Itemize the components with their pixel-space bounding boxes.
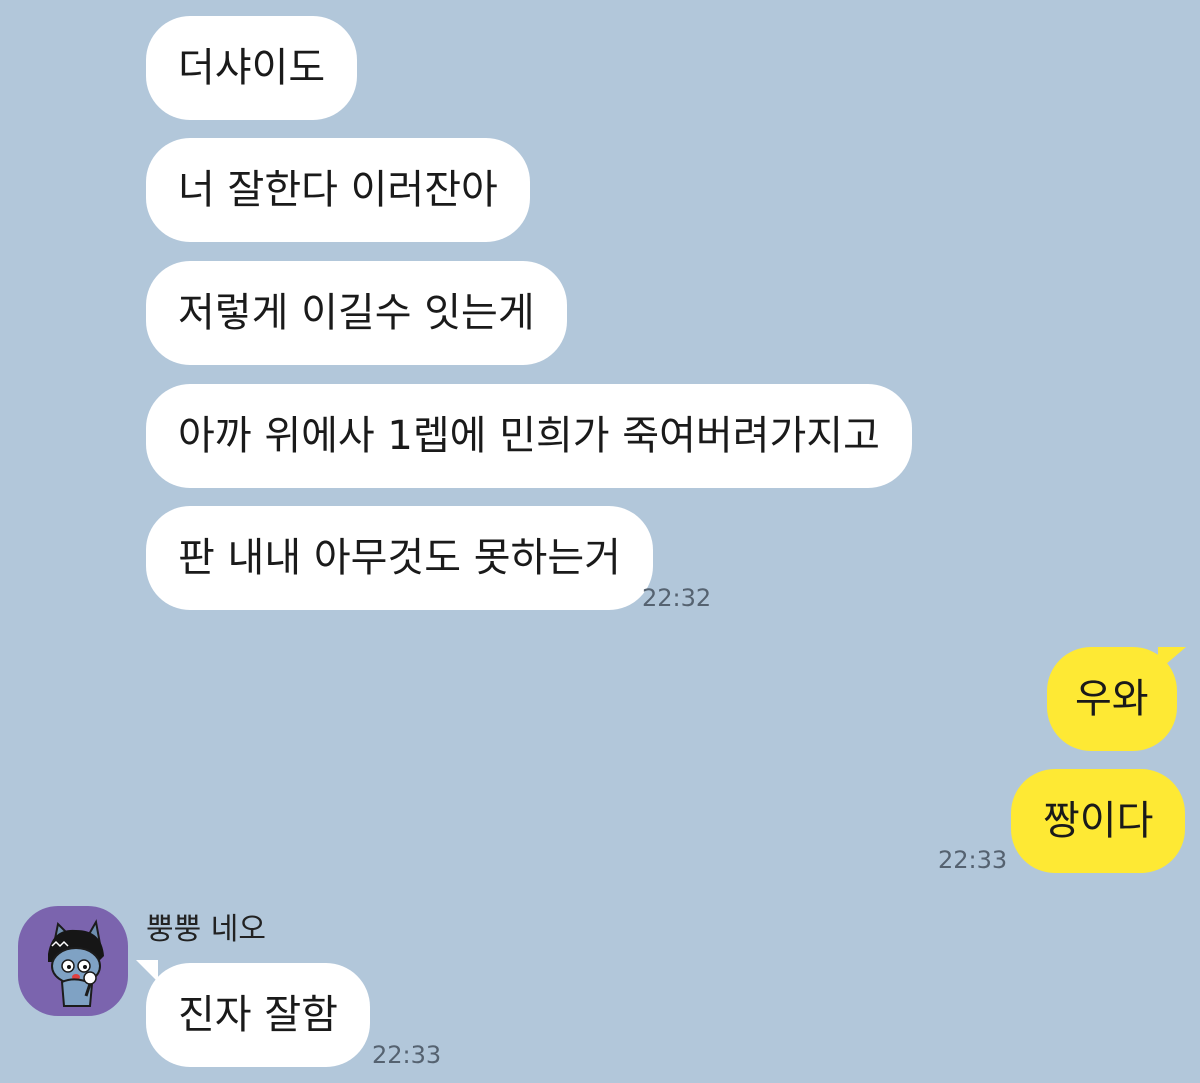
message-bubble[interactable]: 더샤이도: [146, 16, 358, 120]
message-bubble-outgoing[interactable]: 짱이다: [1011, 769, 1186, 873]
neo-cat-character-icon[interactable]: [18, 906, 128, 1016]
message-timestamp: 22:32: [642, 584, 712, 612]
message-bubble-outgoing[interactable]: 우와: [1047, 647, 1177, 751]
message-bubble[interactable]: 저렇게 이길수 잇는게: [146, 261, 567, 365]
chat-room: 더샤이도 너 잘한다 이러잔아 저렇게 이길수 잇는게 아까 위에사 1렙에 민…: [0, 0, 1200, 1083]
message-bubble[interactable]: 진자 잘함: [146, 963, 370, 1067]
message-timestamp: 22:33: [938, 846, 1008, 874]
message-bubble[interactable]: 너 잘한다 이러잔아: [146, 138, 530, 242]
sender-name: 뿡뿡 네오: [146, 912, 266, 947]
message-bubble[interactable]: 아까 위에사 1렙에 민희가 죽여버려가지고: [146, 384, 912, 488]
message-bubble[interactable]: 판 내내 아무것도 못하는거: [146, 506, 653, 610]
message-timestamp: 22:33: [372, 1041, 442, 1069]
